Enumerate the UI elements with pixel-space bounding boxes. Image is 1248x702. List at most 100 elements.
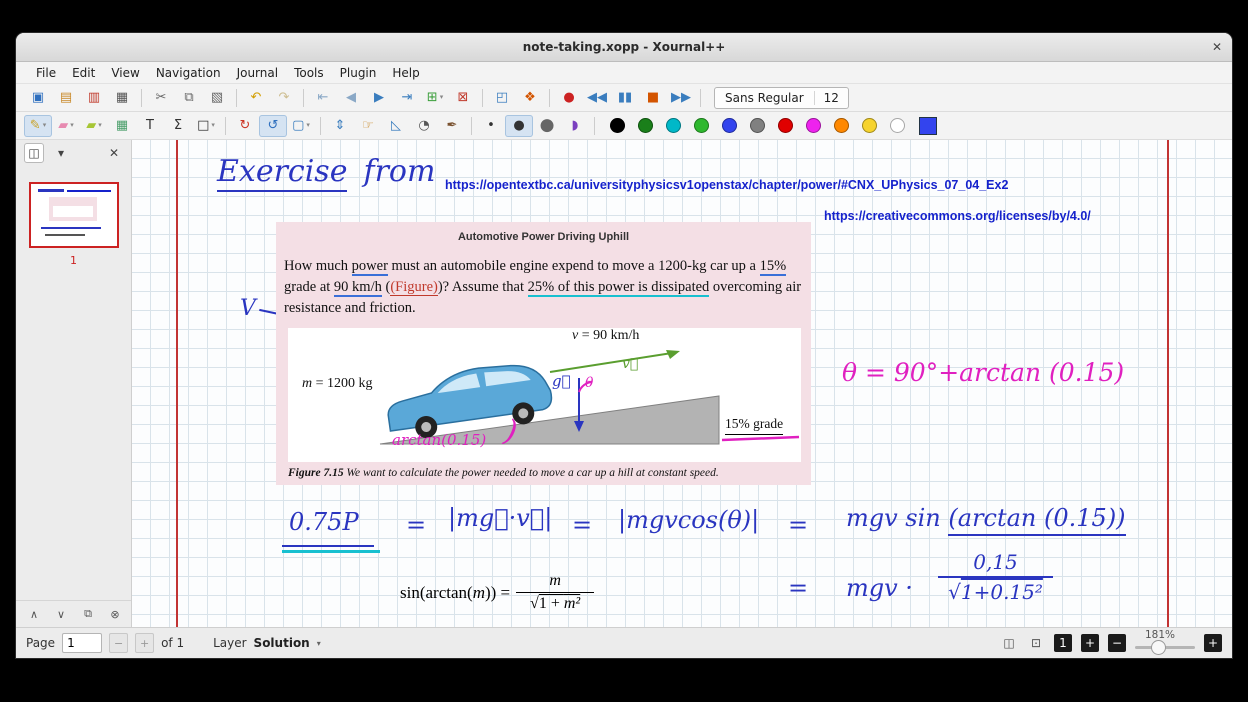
fullscreen-button[interactable]: ◰ bbox=[488, 87, 516, 109]
current-color-indicator bbox=[919, 117, 937, 135]
color-black[interactable] bbox=[610, 118, 625, 133]
highlighter-tool-button[interactable]: ▰▾ bbox=[80, 115, 108, 137]
zoom-fit-button[interactable]: ❖ bbox=[516, 87, 544, 109]
page-decrement-button[interactable]: − bbox=[109, 633, 128, 653]
problem-seg-speed: 90 km/h bbox=[334, 279, 382, 297]
eraser-tool-button[interactable]: ▰▾ bbox=[52, 115, 80, 137]
undo-button[interactable]: ↶ bbox=[242, 87, 270, 109]
first-page-button[interactable]: ⇤ bbox=[309, 87, 337, 109]
rotation-snap-button[interactable]: ↻ bbox=[231, 115, 259, 137]
print-button[interactable]: ▦▾ bbox=[108, 87, 136, 109]
document-canvas[interactable]: Exercisefrom https://opentextbc.ca/unive… bbox=[132, 140, 1232, 627]
thumbnail-figure-box bbox=[53, 206, 93, 217]
font-selector[interactable]: Sans Regular 12 bbox=[714, 87, 849, 109]
thickness-thick-button[interactable]: ● bbox=[533, 115, 561, 137]
add-page-button[interactable]: ⊞▾ bbox=[421, 87, 449, 109]
pause-button[interactable]: ▮▮ bbox=[611, 87, 639, 109]
page-number-input[interactable] bbox=[62, 633, 102, 653]
save-button[interactable]: ▣▾ bbox=[24, 87, 52, 109]
preview-duplicate-button[interactable]: ⧉ bbox=[79, 605, 97, 623]
formula-denominator: √1 + m² bbox=[530, 595, 580, 613]
color-teal[interactable] bbox=[666, 118, 681, 133]
figure-link[interactable]: (Figure) bbox=[390, 279, 438, 296]
snap-group: ↻↺ bbox=[231, 115, 287, 137]
tex-tool-button[interactable]: Σ▾ bbox=[164, 115, 192, 137]
open-button[interactable]: ▤▾ bbox=[52, 87, 80, 109]
page-preview-panel-icon[interactable]: ◫ bbox=[24, 143, 44, 163]
copy-button[interactable]: ⧉ bbox=[175, 87, 203, 109]
equation2-lhs: mgv · bbox=[846, 574, 913, 602]
license-link[interactable]: https://creativecommons.org/licenses/by/… bbox=[824, 209, 1091, 223]
thickness-medium-button[interactable]: ● bbox=[505, 115, 533, 137]
rewind-button[interactable]: ◀◀ bbox=[583, 87, 611, 109]
layer-chevron-icon[interactable]: ▾ bbox=[317, 639, 321, 648]
paste-button[interactable]: ▧ bbox=[203, 87, 231, 109]
color-white[interactable] bbox=[890, 118, 905, 133]
page-thumbnail[interactable] bbox=[29, 182, 119, 248]
zoom-fit-button[interactable]: + bbox=[1081, 634, 1099, 652]
preview-close-button[interactable]: ⊗ bbox=[106, 605, 124, 623]
menu-item[interactable]: Journal bbox=[229, 64, 287, 82]
color-red[interactable] bbox=[778, 118, 793, 133]
color-yellow[interactable] bbox=[862, 118, 877, 133]
pen-tool-button[interactable]: ✎▾ bbox=[24, 115, 52, 137]
close-window-button[interactable]: ✕ bbox=[1212, 40, 1222, 54]
delete-page-button[interactable]: ⊠▾ bbox=[449, 87, 477, 109]
formula-prefix: sin(arctan( bbox=[400, 583, 473, 603]
menu-item[interactable]: Tools bbox=[286, 64, 332, 82]
equation1-arctan-underlined: (arctan (0.15)) bbox=[948, 504, 1125, 536]
ruler-tool-button[interactable]: ◺ bbox=[382, 115, 410, 137]
cut-button[interactable]: ✂ bbox=[147, 87, 175, 109]
redo-button[interactable]: ↷ bbox=[270, 87, 298, 109]
stop-button[interactable]: ■ bbox=[639, 87, 667, 109]
shape-tool-button[interactable]: □▾ bbox=[192, 115, 220, 137]
sidebar-panel-chevron-icon[interactable]: ▾ bbox=[52, 144, 70, 162]
dual-page-button[interactable]: ◫ bbox=[1000, 634, 1018, 652]
menu-item[interactable]: Help bbox=[384, 64, 427, 82]
color-gray[interactable] bbox=[750, 118, 765, 133]
color-green[interactable] bbox=[694, 118, 709, 133]
preview-up-button[interactable]: ∧ bbox=[25, 605, 43, 623]
fill-button[interactable]: ◗ bbox=[561, 115, 589, 137]
color-magenta[interactable] bbox=[806, 118, 821, 133]
page-edit-group: ⊞▾⊠▾ bbox=[421, 87, 477, 109]
grid-snap-button[interactable]: ↺ bbox=[259, 115, 287, 137]
zoom-slider-handle[interactable] bbox=[1151, 640, 1166, 655]
menu-item[interactable]: Plugin bbox=[332, 64, 385, 82]
export-pdf-button[interactable]: ▥▾ bbox=[80, 87, 108, 109]
image-tool-button[interactable]: ▦▾ bbox=[108, 115, 136, 137]
menu-item[interactable]: File bbox=[28, 64, 64, 82]
zoom-slider[interactable]: 181% bbox=[1135, 630, 1195, 656]
font-name[interactable]: Sans Regular bbox=[715, 91, 815, 105]
page-increment-button[interactable]: + bbox=[135, 633, 154, 653]
menu-item[interactable]: View bbox=[103, 64, 147, 82]
prev-page-button[interactable]: ◀ bbox=[337, 87, 365, 109]
thickness-fine-button[interactable]: • bbox=[477, 115, 505, 137]
zoom-100-button[interactable]: 1 bbox=[1054, 634, 1072, 652]
next-page-button[interactable]: ▶ bbox=[365, 87, 393, 109]
arctan-annotation: arctan(0.15) bbox=[392, 431, 486, 449]
menu-item[interactable]: Navigation bbox=[148, 64, 229, 82]
color-blue[interactable] bbox=[722, 118, 737, 133]
zoom-out-button[interactable]: − bbox=[1108, 634, 1126, 652]
forward-button[interactable]: ▶▶ bbox=[667, 87, 695, 109]
formula-fraction: m √1 + m² bbox=[516, 572, 594, 613]
ellipse-tool-button[interactable]: ◔ bbox=[410, 115, 438, 137]
shape-recognizer-button[interactable]: ✒ bbox=[438, 115, 466, 137]
text-tool-button[interactable]: T▾ bbox=[136, 115, 164, 137]
presentation-button[interactable]: ⊡ bbox=[1027, 634, 1045, 652]
last-page-button[interactable]: ⇥ bbox=[393, 87, 421, 109]
preview-down-button[interactable]: ∨ bbox=[52, 605, 70, 623]
menu-item[interactable]: Edit bbox=[64, 64, 103, 82]
select-region-button[interactable]: ▢▾ bbox=[287, 115, 315, 137]
sidebar-close-button[interactable]: ✕ bbox=[105, 144, 123, 162]
vertical-space-button[interactable]: ⇕ bbox=[326, 115, 354, 137]
record-button[interactable]: ● bbox=[555, 87, 583, 109]
color-orange[interactable] bbox=[834, 118, 849, 133]
source-link[interactable]: https://opentextbc.ca/universityphysicsv… bbox=[445, 178, 1008, 192]
layer-selector[interactable]: Solution bbox=[254, 636, 310, 650]
font-size[interactable]: 12 bbox=[815, 91, 848, 105]
color-dark-green[interactable] bbox=[638, 118, 653, 133]
hand-tool-button[interactable]: ☞ bbox=[354, 115, 382, 137]
zoom-in-button[interactable]: + bbox=[1204, 634, 1222, 652]
